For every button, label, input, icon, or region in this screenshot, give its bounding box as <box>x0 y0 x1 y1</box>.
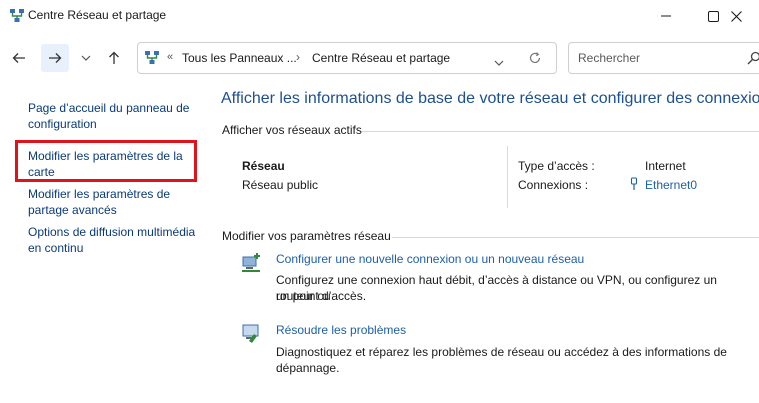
access-type-value: Internet <box>645 159 686 173</box>
new-connection-icon <box>240 252 262 279</box>
network-center-icon <box>144 50 160 66</box>
ethernet-icon <box>629 177 639 196</box>
sidebar-item-media-streaming[interactable]: Options de diffusion multimédia en conti… <box>28 224 198 256</box>
network-category: Réseau public <box>242 178 319 192</box>
minimize-icon <box>661 15 671 17</box>
address-dropdown-button[interactable] <box>494 53 504 71</box>
recent-locations-button[interactable] <box>72 44 100 72</box>
sidebar-item-advanced-sharing[interactable]: Modifier les paramètres de partage avanc… <box>28 186 198 218</box>
active-networks-heading: Afficher vos réseaux actifs <box>222 123 362 137</box>
new-connection-link[interactable]: Configurer une nouvelle connexion ou un … <box>276 252 584 266</box>
breadcrumb-network-center[interactable]: Centre Réseau et partage <box>312 51 450 65</box>
refresh-button[interactable] <box>528 51 542 70</box>
divider <box>362 131 759 132</box>
breadcrumb-overflow[interactable]: « <box>167 51 173 63</box>
sidebar-item-control-panel-home[interactable]: Page d’accueil du panneau de configurati… <box>28 100 198 132</box>
network-name: Réseau <box>242 159 285 173</box>
new-connection-description-line-2: un point d’accès. <box>276 289 367 303</box>
window-title: Centre Réseau et partage <box>28 8 167 22</box>
arrow-up-icon <box>109 51 119 64</box>
breadcrumb-all-panels[interactable]: Tous les Panneaux ... <box>182 51 297 65</box>
change-settings-heading: Modifier vos paramètres réseau <box>222 229 391 243</box>
search-box[interactable] <box>568 42 759 74</box>
arrow-right-icon <box>49 53 62 63</box>
troubleshoot-icon <box>240 322 262 349</box>
divider <box>392 237 759 238</box>
search-icon[interactable] <box>747 51 759 70</box>
breadcrumb-separator[interactable]: › <box>296 50 300 64</box>
chevron-down-icon <box>81 55 91 61</box>
refresh-icon <box>529 52 541 64</box>
connections-label: Connexions : <box>518 178 589 192</box>
highlight-box <box>15 140 197 182</box>
page-title: Afficher les informations de base de vot… <box>221 90 759 107</box>
back-button[interactable] <box>5 44 33 72</box>
address-bar[interactable]: « Tous les Panneaux ... › Centre Réseau … <box>137 42 557 74</box>
title-bar: Centre Réseau et partage <box>0 0 759 32</box>
search-input[interactable] <box>578 51 728 65</box>
ethernet-connection-link[interactable]: Ethernet0 <box>645 178 697 192</box>
minimize-button[interactable] <box>643 0 689 32</box>
vertical-divider <box>507 146 508 208</box>
up-button[interactable] <box>100 44 128 72</box>
troubleshoot-description-line-1: Diagnostiquez et réparez les problèmes d… <box>276 345 727 359</box>
network-center-icon <box>9 8 25 24</box>
troubleshoot-description-line-2: dépannage. <box>276 361 340 375</box>
forward-button[interactable] <box>41 44 69 72</box>
close-icon <box>730 10 742 22</box>
navigation-bar: « Tous les Panneaux ... › Centre Réseau … <box>0 38 759 78</box>
chevron-down-icon <box>494 60 504 66</box>
troubleshoot-link[interactable]: Résoudre les problèmes <box>276 323 406 337</box>
access-type-label: Type d’accès : <box>518 159 595 173</box>
arrow-left-icon <box>12 53 25 63</box>
close-button[interactable] <box>713 0 759 32</box>
